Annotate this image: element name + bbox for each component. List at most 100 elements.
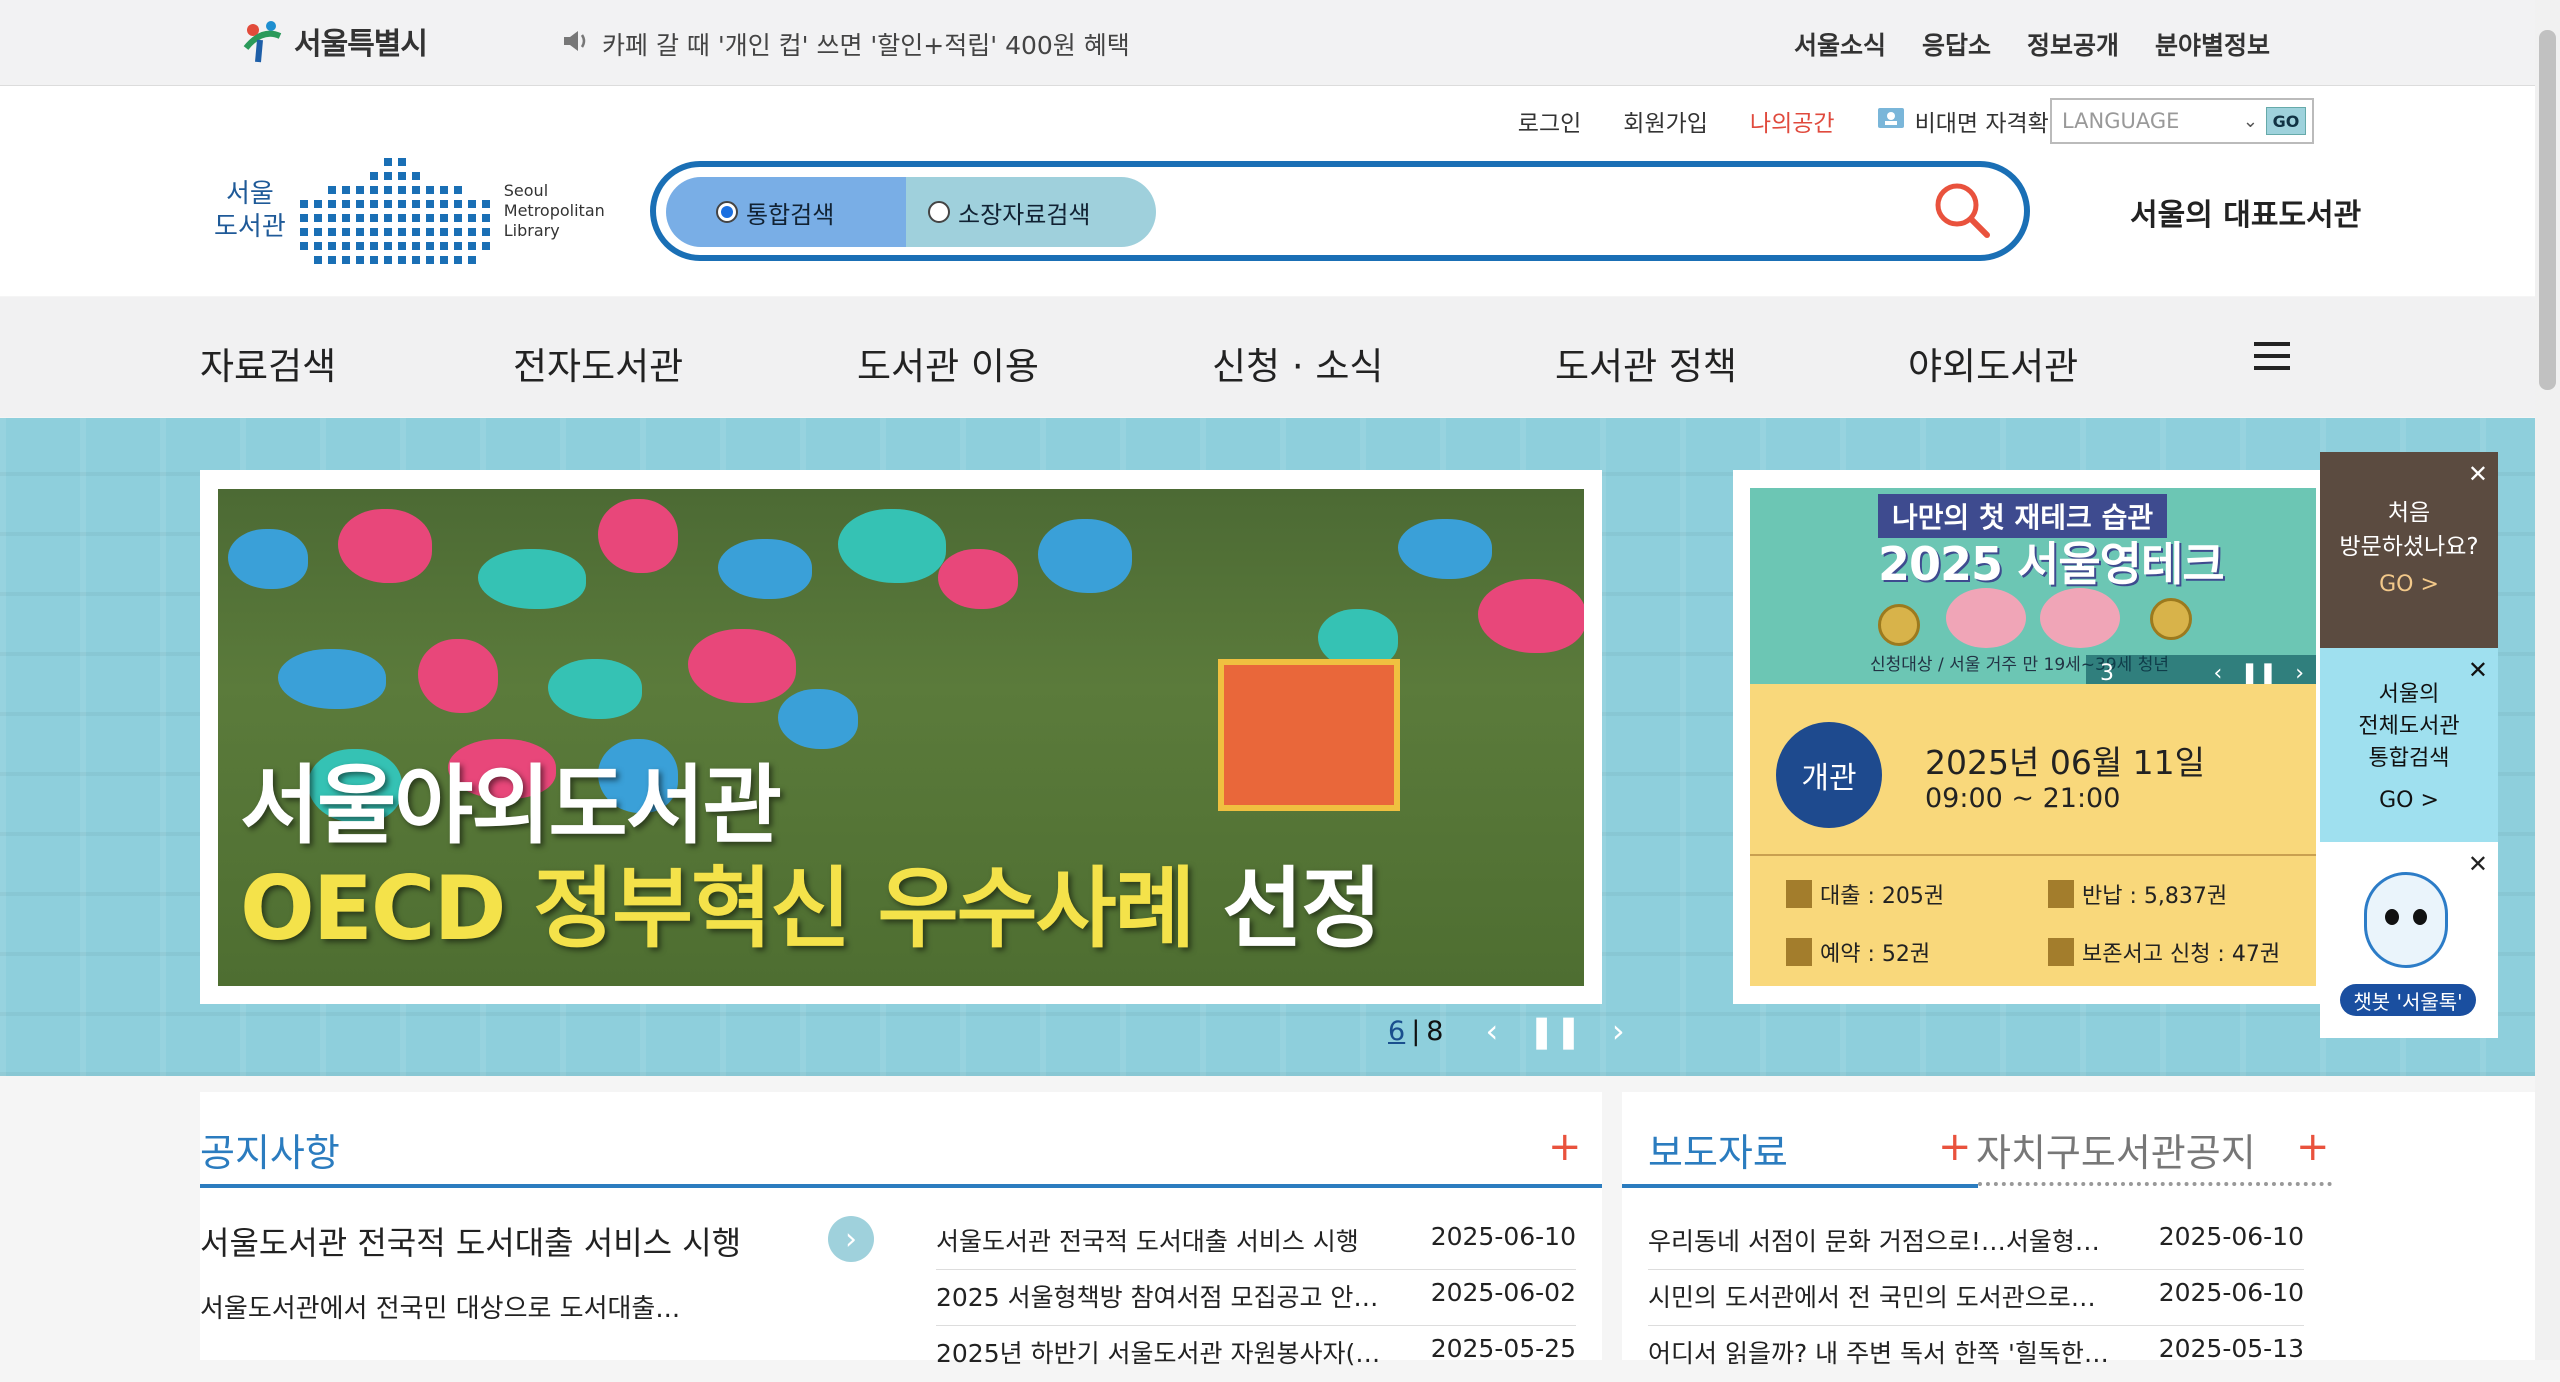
pause-icon[interactable]: ❚❚: [1528, 1012, 1582, 1050]
link-response[interactable]: 응답소: [1922, 26, 1991, 62]
join-link[interactable]: 회원가입: [1623, 104, 1708, 138]
prev-icon[interactable]: ‹: [2214, 661, 2223, 686]
library-logo-mark: [299, 158, 490, 264]
utility-links: 로그인 회원가입 나의공간 비대면 자격확인: [1518, 104, 2070, 138]
coin-icon: [1878, 604, 1920, 646]
radio-collection-search[interactable]: 소장자료검색: [906, 177, 1156, 247]
next-icon[interactable]: ›: [2295, 661, 2304, 686]
chevron-down-icon: ⌄: [2242, 110, 2258, 132]
nav-library-policy[interactable]: 도서관 정책: [1555, 336, 1737, 390]
integrated-line1: 서울의: [2378, 682, 2440, 707]
stat-reserve: 예약 : 52권: [1786, 936, 1930, 968]
library-logo-en: Seoul Metropolitan Library: [503, 181, 605, 240]
quick-first-visit[interactable]: ✕ 처음 방문하셨나요? GO >: [2320, 452, 2498, 648]
arrow-right-icon[interactable]: ›: [828, 1216, 874, 1262]
notice-text: 카페 갈 때 '개인 컵' 쓰면 '할인+적립' 400원 혜택: [602, 31, 1130, 60]
scrollbar-thumb[interactable]: [2539, 30, 2556, 390]
link-seoul-news[interactable]: 서울소식: [1794, 26, 1886, 62]
nav-outdoor-library[interactable]: 야외도서관: [1908, 336, 2078, 390]
slide-page-separator: |: [1411, 1015, 1421, 1047]
language-go-button[interactable]: GO: [2266, 107, 2306, 135]
open-time: 09:00 ~ 21:00: [1925, 783, 2121, 814]
integrated-go[interactable]: GO >: [2320, 788, 2498, 813]
notice-more-icon[interactable]: +: [1548, 1124, 1582, 1170]
seoul-city-logo[interactable]: 서울특별시: [240, 18, 428, 64]
notice-underline: [200, 1184, 1602, 1188]
library-logo[interactable]: 서울 도서관 Seoul Metropolitan Library: [214, 158, 605, 264]
first-visit-line2: 방문하셨나요?: [2339, 534, 2479, 560]
radio-integrated-search[interactable]: 통합검색: [666, 177, 908, 247]
chatbot-icon: [2364, 872, 2448, 968]
search-icon[interactable]: [1932, 180, 1992, 240]
notice-feature-summary: 서울도서관에서 전국민 대상으로 도서대출...: [200, 1294, 681, 1324]
quick-integrated-search[interactable]: ✕ 서울의 전체도서관 통합검색 GO >: [2320, 648, 2498, 842]
nav-digital-library[interactable]: 전자도서관: [513, 336, 683, 390]
bookshelf-icon: [2048, 938, 2074, 966]
slide-current-page[interactable]: 6: [1388, 1016, 1405, 1047]
brand-slogan-text: 서울의 대표도서관: [2130, 198, 2362, 233]
close-icon[interactable]: ✕: [2468, 850, 2488, 878]
speaker-icon: [562, 29, 592, 59]
slide-title-line2: OECD 정부혁신 우수사례 선정: [240, 857, 1382, 960]
stat-return: 반납 : 5,837권: [2048, 878, 2227, 910]
coin-icon: [2150, 598, 2192, 640]
integrated-line2: 전체도서관: [2358, 714, 2460, 739]
remote-verify-label: 비대면 자격확인: [1914, 111, 2070, 137]
nav-apply-news[interactable]: 신청 · 소식: [1212, 336, 1383, 390]
press-row[interactable]: 어디서 읽을까? 내 주변 독서 한쪽 '힐독한… 2025-05-13: [1648, 1334, 2304, 1382]
integrated-line3: 통합검색: [2368, 746, 2450, 771]
book-icon: [1786, 880, 1812, 908]
remote-verify-link[interactable]: 비대면 자격확인: [1877, 104, 2070, 138]
first-visit-line1: 처음: [2387, 500, 2431, 526]
link-field-info[interactable]: 분야별정보: [2155, 26, 2270, 62]
radio-integrated-label: 통합검색: [746, 200, 835, 229]
seoul-logo-text: 서울특별시: [294, 27, 428, 62]
next-icon[interactable]: ›: [1612, 1012, 1625, 1050]
notice-row[interactable]: 2025 서울형책방 참여서점 모집공고 안… 2025-06-02: [936, 1278, 1576, 1326]
notice-title[interactable]: 공지사항: [200, 1122, 340, 1177]
prev-icon[interactable]: ‹: [1485, 1012, 1498, 1050]
my-space-link[interactable]: 나의공간: [1750, 104, 1835, 138]
nav-material-search[interactable]: 자료검색: [200, 336, 336, 390]
district-library-tab[interactable]: 자치구도서관공지: [1976, 1122, 2256, 1177]
menu-icon[interactable]: [2254, 342, 2290, 370]
piggy-bank-icon: [1946, 588, 2026, 648]
press-title[interactable]: 보도자료: [1648, 1122, 1788, 1177]
slide-pager: 6 | 8 ‹ ❚❚ ›: [1388, 1012, 1625, 1050]
language-label: LANGUAGE: [2062, 109, 2180, 133]
press-row[interactable]: 시민의 도서관에서 전 국민의 도서관으로… 2025-06-10: [1648, 1278, 2304, 1326]
id-card-icon: [1877, 106, 1905, 136]
radio-button-unchecked[interactable]: [928, 201, 950, 223]
notice-row[interactable]: 서울도서관 전국적 도서대출 서비스 시행 2025-06-10: [936, 1222, 1576, 1270]
notice-ticker[interactable]: 카페 갈 때 '개인 컵' 쓰면 '할인+적립' 400원 혜택: [562, 26, 1130, 62]
library-stats: 대출 : 205권 반납 : 5,837권 예약 : 52권 보존서고 신청 :…: [1750, 854, 2316, 986]
stat-storage: 보존서고 신청 : 47권: [2048, 936, 2280, 968]
nav-library-use[interactable]: 도서관 이용: [857, 336, 1039, 390]
quick-chatbot[interactable]: ✕ 챗봇 '서울톡': [2320, 842, 2498, 1038]
press-more-icon[interactable]: +: [1938, 1124, 1972, 1170]
login-link[interactable]: 로그인: [1518, 104, 1581, 138]
notice-row[interactable]: 2025년 하반기 서울도서관 자원봉사자(… 2025-05-25: [936, 1334, 1576, 1382]
district-more-icon[interactable]: +: [2296, 1124, 2330, 1170]
chatbot-label: 챗봇 '서울톡': [2340, 984, 2476, 1016]
notice-feature-title[interactable]: 서울도서관 전국적 도서대출 서비스 시행: [200, 1218, 741, 1264]
link-info-disclosure[interactable]: 정보공개: [2027, 26, 2119, 62]
scrollbar[interactable]: [2535, 0, 2560, 1360]
first-visit-go[interactable]: GO >: [2320, 572, 2498, 597]
open-date: 2025년 06월 11일: [1925, 743, 2206, 782]
district-underline: [1978, 1182, 2332, 1186]
library-logo-ko: 서울 도서관: [214, 179, 286, 242]
banner-page: 3: [2100, 660, 2114, 686]
radio-button-checked[interactable]: [716, 201, 738, 223]
stat-loan: 대출 : 205권: [1786, 878, 1944, 910]
language-select[interactable]: LANGUAGE ⌄ GO: [2050, 98, 2314, 144]
return-icon: [2048, 880, 2074, 908]
close-icon[interactable]: ✕: [2468, 460, 2488, 488]
seoul-global-links: 서울소식 응답소 정보공개 분야별정보: [1794, 26, 2270, 62]
open-status-badge: 개관: [1776, 722, 1882, 828]
press-row[interactable]: 우리동네 서점이 문화 거점으로!…서울형… 2025-06-10: [1648, 1222, 2304, 1270]
pause-icon[interactable]: ❚❚: [2240, 661, 2277, 686]
radio-collection-label: 소장자료검색: [958, 200, 1091, 229]
piggy-bank-icon: [2040, 588, 2120, 648]
slide-total-pages: 8: [1426, 1015, 1444, 1047]
